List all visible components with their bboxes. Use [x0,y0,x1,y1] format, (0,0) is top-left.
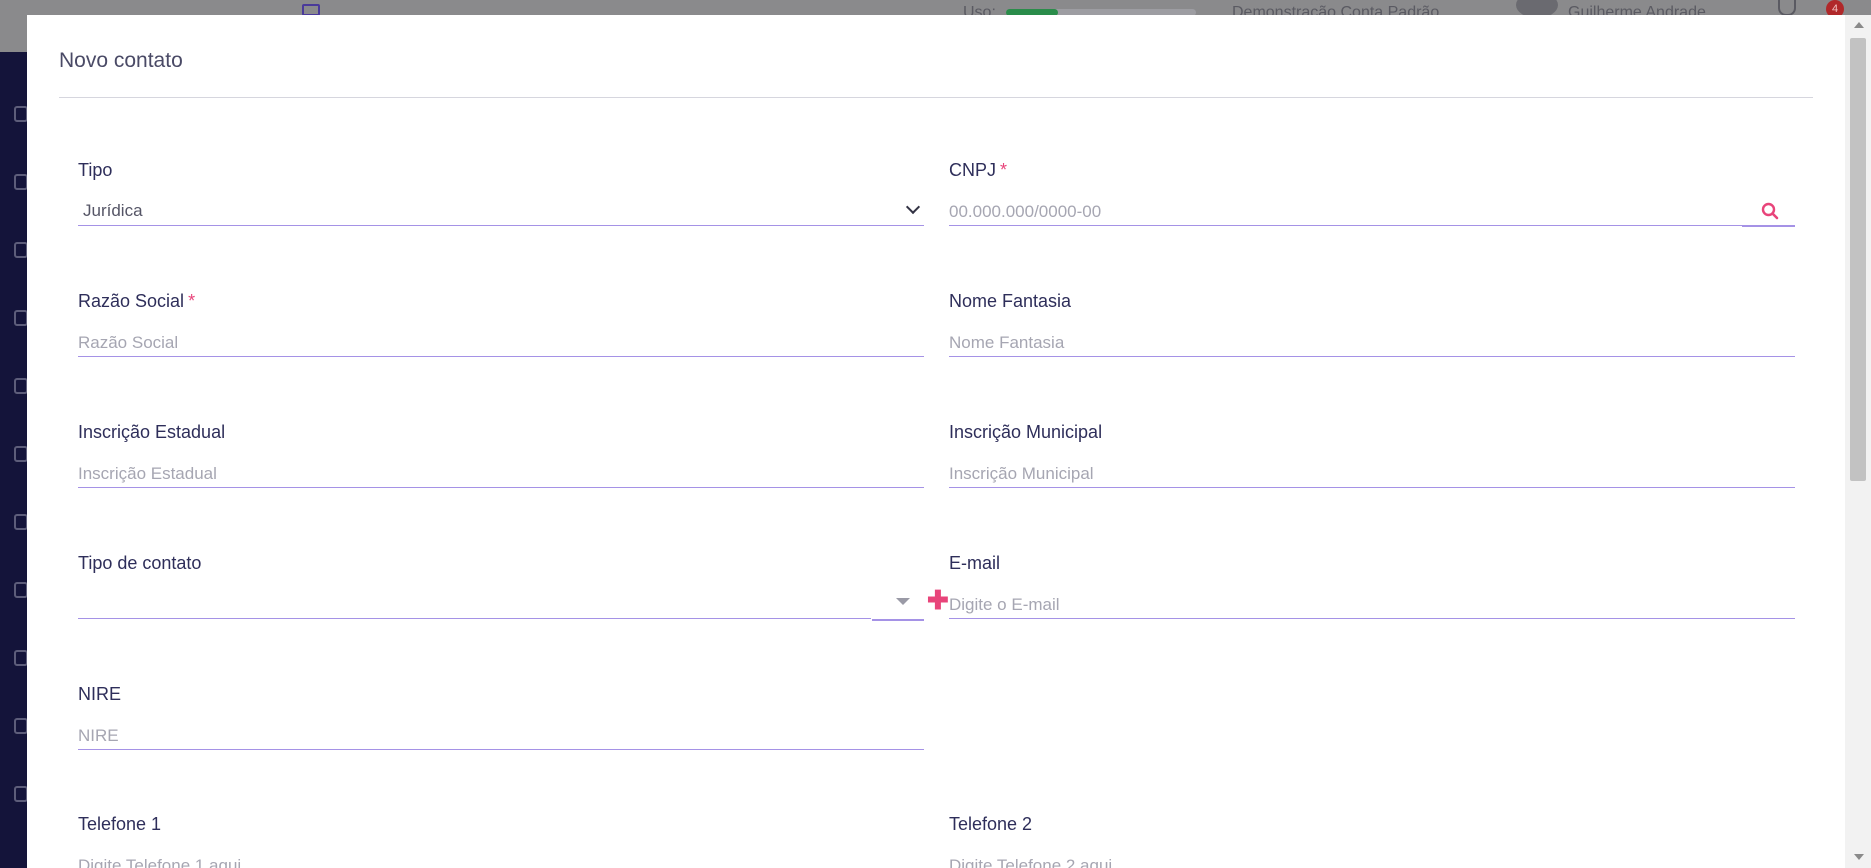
search-icon[interactable] [1761,202,1779,220]
tipo-label: Tipo [78,160,113,180]
report-icon [14,650,28,666]
calculator-icon [14,446,28,462]
background-sidebar [0,52,28,868]
document-icon [14,378,28,394]
add-button-underline [872,619,924,621]
inscricao-municipal-label: Inscrição Municipal [949,422,1103,442]
telefone1-label: Telefone 1 [78,814,162,834]
inscricao-estadual-field: Inscrição Estadual [78,422,924,492]
new-contact-modal: Novo contato Tipo Jurídica CNPJ* Razão S… [27,15,1845,868]
settings-icon [14,786,28,802]
tipo-select[interactable]: Jurídica [78,198,924,226]
inscricao-municipal-input[interactable] [949,460,1795,488]
email-label: E-mail [949,553,1001,573]
inscricao-municipal-field: Inscrição Municipal [949,422,1795,492]
home-icon [14,106,28,122]
tipo-field: Tipo Jurídica [78,160,924,230]
nire-input[interactable] [78,722,924,750]
tipo-select-value: Jurídica [83,201,143,220]
cloud-icon [14,174,28,190]
cnpj-field: CNPJ * [949,160,1795,230]
telefone1-field: Telefone 1 [78,814,924,868]
razao-social-input[interactable] [78,329,924,357]
user-icon [14,514,28,530]
telefone2-label: Telefone 2 [949,814,1033,834]
tipo-contato-label: Tipo de contato [78,553,202,573]
briefcase-icon [14,582,28,598]
cnpj-label: CNPJ * [949,160,1008,180]
tipo-contato-field: Tipo de contato ✚ [78,553,949,623]
email-field: E-mail [949,553,1795,623]
inscricao-estadual-label: Inscrição Estadual [78,422,226,442]
modal-divider [59,97,1813,98]
nome-fantasia-label: Nome Fantasia [949,291,1072,311]
email-input[interactable] [949,591,1795,619]
nome-fantasia-field: Nome Fantasia [949,291,1795,361]
chart-icon [14,310,28,326]
vertical-scrollbar[interactable] [1845,15,1871,868]
tag-icon [14,242,28,258]
scroll-down-arrow-icon[interactable] [1854,854,1864,860]
caret-down-icon [896,598,910,605]
scrollbar-thumb[interactable] [1850,38,1866,481]
chevron-down-icon [905,199,921,215]
inscricao-estadual-input[interactable] [78,460,924,488]
razao-social-field: Razão Social * [78,291,924,361]
cnpj-input[interactable] [949,198,1742,226]
telefone1-input[interactable] [78,852,924,868]
add-contact-type-button[interactable]: ✚ [927,587,949,613]
tipo-contato-select[interactable] [78,591,871,619]
nome-fantasia-input[interactable] [949,329,1795,357]
nire-field: NIRE [78,684,924,754]
razao-social-label: Razão Social * [78,291,196,311]
telefone2-input[interactable] [949,852,1795,868]
modal-title: Novo contato [59,49,183,72]
people-icon [14,718,28,734]
telefone2-field: Telefone 2 [949,814,1795,868]
search-button-underline [1742,225,1795,227]
nire-label: NIRE [78,684,122,704]
headset-icon [1778,0,1796,16]
scroll-up-arrow-icon[interactable] [1854,22,1864,28]
